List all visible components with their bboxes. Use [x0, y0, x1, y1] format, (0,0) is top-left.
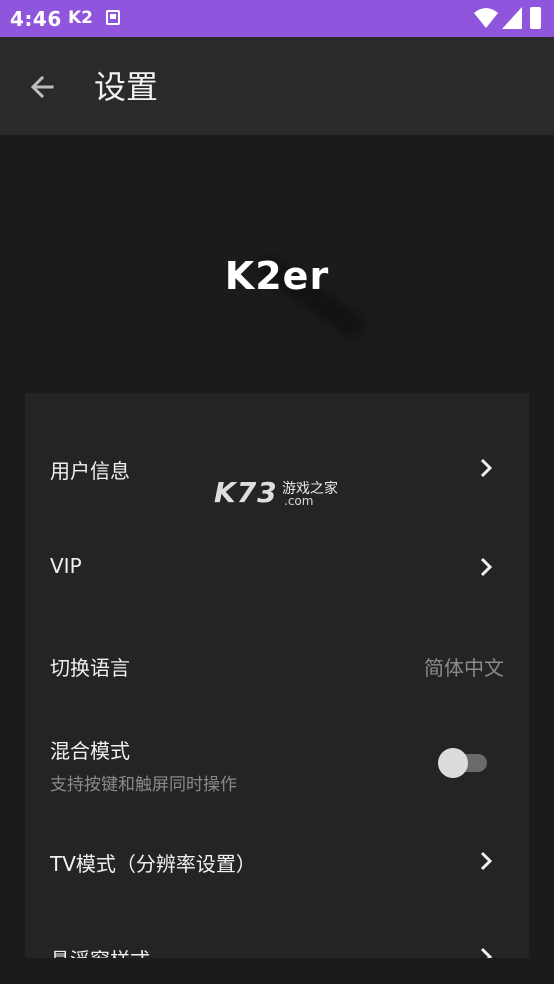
back-arrow-icon[interactable]: [22, 67, 62, 107]
settings-item-language[interactable]: 切换语言 简体中文: [25, 619, 529, 709]
logo-area: K2er: [0, 135, 554, 393]
app-bar: 设置: [0, 37, 554, 135]
mixed-mode-toggle[interactable]: [438, 748, 487, 778]
signal-icon: [502, 7, 522, 29]
chevron-right-icon: [480, 851, 493, 871]
status-time: 4:46: [10, 7, 62, 31]
chevron-right-icon: [480, 947, 493, 958]
watermark: K73 游戏之家 .com: [214, 476, 354, 512]
battery-icon: [530, 7, 541, 29]
notification-icon: [106, 10, 120, 25]
chevron-right-icon: [480, 458, 493, 478]
user-info-label: 用户信息: [50, 459, 130, 483]
settings-item-tv-mode[interactable]: TV模式（分辨率设置）: [25, 815, 529, 905]
float-window-label: 悬浮窗样式: [50, 944, 150, 958]
mixed-mode-label: 混合模式: [50, 739, 130, 763]
language-value: 简体中文: [424, 656, 504, 680]
page-title: 设置: [94, 68, 159, 106]
watermark-main: K73: [214, 476, 278, 509]
chevron-right-icon: [480, 557, 493, 577]
vip-label: VIP: [50, 554, 82, 578]
wifi-icon: [474, 8, 498, 28]
tv-mode-label: TV模式（分辨率设置）: [50, 852, 256, 876]
settings-item-vip[interactable]: VIP: [25, 521, 529, 611]
app-logo: K2er: [224, 254, 330, 298]
toggle-thumb: [438, 748, 468, 778]
language-label: 切换语言: [50, 656, 130, 680]
settings-item-mixed-mode[interactable]: 混合模式 支持按键和触屏同时操作: [25, 709, 529, 809]
settings-item-float-window[interactable]: 悬浮窗样式: [25, 911, 529, 958]
status-bar: 4:46 K2: [0, 0, 554, 37]
watermark-domain: .com: [284, 494, 314, 508]
mixed-mode-subtitle: 支持按键和触屏同时操作: [50, 775, 237, 795]
status-app-indicator: K2: [68, 8, 94, 28]
